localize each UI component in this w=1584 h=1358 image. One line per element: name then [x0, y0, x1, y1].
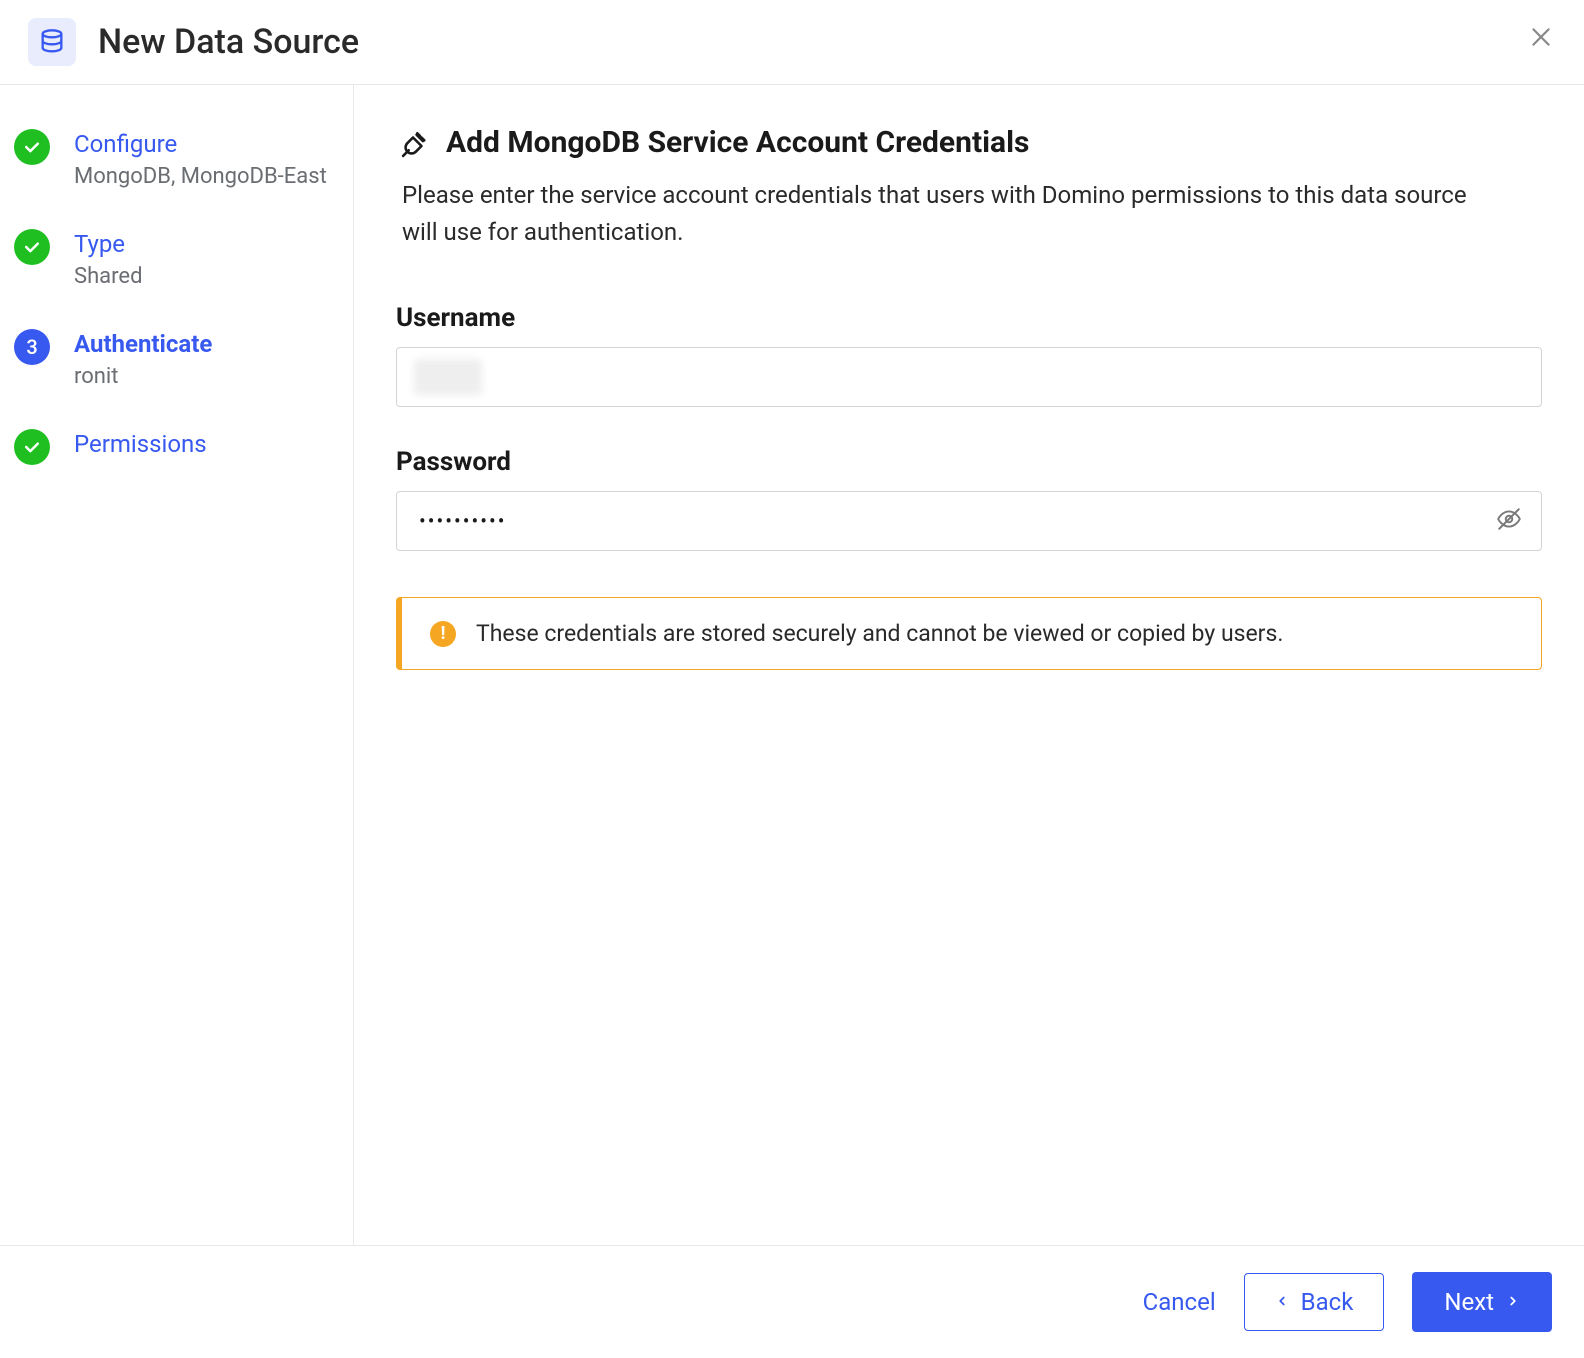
plug-icon	[396, 129, 430, 167]
section-description: Please enter the service account credent…	[402, 177, 1492, 251]
warning-icon: !	[430, 621, 456, 647]
next-button[interactable]: Next	[1412, 1272, 1552, 1332]
section-title: Add MongoDB Service Account Credentials	[446, 125, 1029, 160]
cancel-button[interactable]: Cancel	[1143, 1288, 1216, 1316]
username-input[interactable]	[396, 347, 1542, 407]
check-icon	[14, 229, 50, 265]
eye-off-icon[interactable]	[1496, 506, 1522, 536]
step-title: Permissions	[74, 429, 207, 460]
close-icon[interactable]	[1528, 24, 1554, 56]
dialog-footer: Cancel Back Next	[0, 1245, 1584, 1358]
dialog-header: New Data Source	[0, 0, 1584, 85]
step-title: Authenticate	[74, 329, 212, 360]
main-panel: Add MongoDB Service Account Credentials …	[354, 85, 1584, 1245]
wizard-steps-sidebar: Configure MongoDB, MongoDB-East Type Sha…	[0, 85, 354, 1245]
step-subtitle: MongoDB, MongoDB-East	[74, 162, 327, 193]
next-label: Next	[1444, 1288, 1494, 1316]
credentials-warning-alert: ! These credentials are stored securely …	[396, 597, 1542, 670]
check-icon	[14, 129, 50, 165]
step-type[interactable]: Type Shared	[10, 221, 343, 321]
chevron-left-icon	[1275, 1288, 1289, 1316]
back-label: Back	[1301, 1288, 1354, 1316]
username-label: Username	[396, 303, 1542, 333]
step-number-badge: 3	[14, 329, 50, 365]
check-icon	[14, 429, 50, 465]
step-configure[interactable]: Configure MongoDB, MongoDB-East	[10, 121, 343, 221]
step-permissions[interactable]: Permissions	[10, 421, 343, 493]
step-authenticate[interactable]: 3 Authenticate ronit	[10, 321, 343, 421]
back-button[interactable]: Back	[1244, 1273, 1385, 1331]
dialog-title: New Data Source	[98, 22, 359, 62]
dialog-body: Configure MongoDB, MongoDB-East Type Sha…	[0, 85, 1584, 1245]
step-title: Type	[74, 229, 142, 260]
password-input[interactable]	[396, 491, 1542, 551]
datasource-icon	[28, 18, 76, 66]
step-subtitle: ronit	[74, 362, 212, 393]
step-title: Configure	[74, 129, 327, 160]
redacted-overlay	[414, 359, 482, 395]
password-label: Password	[396, 447, 1542, 477]
chevron-right-icon	[1506, 1288, 1520, 1316]
alert-text: These credentials are stored securely an…	[476, 620, 1283, 647]
step-subtitle: Shared	[74, 262, 142, 293]
